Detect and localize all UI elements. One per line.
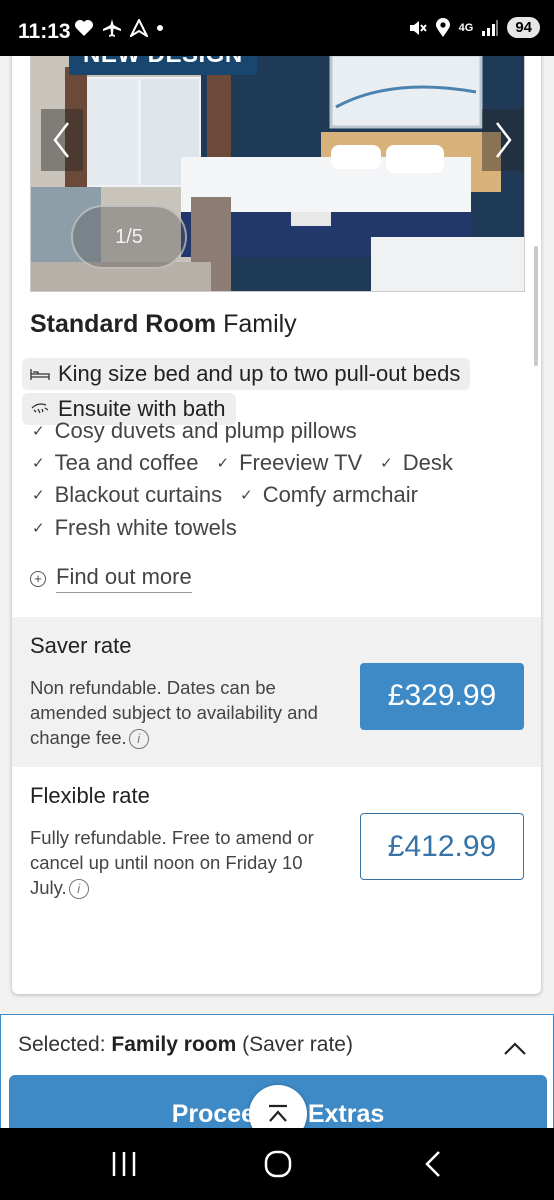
amenity-label: Fresh white towels xyxy=(54,515,237,540)
mute-icon xyxy=(409,20,427,35)
plus-circle-icon: + xyxy=(30,570,46,587)
status-bar: 11:13 4G 94 xyxy=(0,0,554,56)
booking-page: NEW DESIGN 1/5 Standard Room Family King… xyxy=(0,56,554,1128)
status-time: 11:13 xyxy=(18,20,71,43)
flexible-price-button[interactable]: £412.99 xyxy=(360,813,524,880)
next-photo-button[interactable] xyxy=(482,109,524,171)
location-icon xyxy=(435,17,450,37)
amenity-item: ✓ Comfy armchair xyxy=(240,482,418,508)
selected-prefix: Selected: xyxy=(18,1033,112,1056)
check-icon: ✓ xyxy=(32,487,45,504)
check-icon: ✓ xyxy=(32,520,45,537)
check-icon: ✓ xyxy=(32,455,45,472)
saver-price-button[interactable]: £329.99 xyxy=(360,663,524,730)
room-title-type: Standard Room xyxy=(30,310,217,338)
rate-title: Saver rate xyxy=(30,633,132,658)
home-icon[interactable] xyxy=(258,1148,298,1180)
check-icon: ✓ xyxy=(32,423,45,440)
shower-icon xyxy=(31,403,49,414)
rate-title: Flexible rate xyxy=(30,783,150,808)
find-out-more-link[interactable]: + Find out more xyxy=(30,564,192,593)
amenity-label: Blackout curtains xyxy=(54,482,223,507)
selected-room: Family room xyxy=(111,1033,237,1056)
find-out-more-label: Find out more xyxy=(56,564,192,593)
rate-description-text: Non refundable. Dates can be amended sub… xyxy=(30,677,318,748)
amenity-item: ✓ Cosy duvets and plump pillows xyxy=(32,418,357,444)
room-title-variant: Family xyxy=(216,310,297,338)
amenity-label: Tea and coffee xyxy=(54,450,199,475)
amenity-item: ✓ Desk xyxy=(380,450,453,476)
room-title: Standard Room Family xyxy=(30,310,297,339)
bed-icon xyxy=(30,369,50,380)
system-nav-bar xyxy=(0,1128,554,1200)
amenity-item: ✓ Tea and coffee xyxy=(32,450,199,476)
amenities-row: ✓ Cosy duvets and plump pillows xyxy=(32,418,357,444)
amenity-label: Cosy duvets and plump pillows xyxy=(54,418,357,443)
recent-apps-icon[interactable] xyxy=(104,1148,144,1180)
amenity-label: Comfy armchair xyxy=(262,482,418,507)
navigation-icon xyxy=(130,19,148,37)
amenities-row: ✓ Fresh white towels xyxy=(32,515,237,541)
check-icon: ✓ xyxy=(240,487,253,504)
feature-bed-label: King size bed and up to two pull-out bed… xyxy=(58,361,461,386)
previous-photo-button[interactable] xyxy=(41,109,83,171)
rate-description: Fully refundable. Free to amend or cance… xyxy=(30,825,320,900)
amenities-row: ✓ Tea and coffee ✓ Freeview TV ✓ Desk xyxy=(32,450,453,476)
rate-description: Non refundable. Dates can be amended sub… xyxy=(30,675,320,750)
chevron-right-icon xyxy=(496,122,512,158)
amenities-row: ✓ Blackout curtains ✓ Comfy armchair xyxy=(32,482,418,508)
feature-bed: King size bed and up to two pull-out bed… xyxy=(22,358,471,390)
signal-icon xyxy=(482,19,499,36)
card-scrollbar[interactable] xyxy=(534,246,538,366)
chevron-left-icon xyxy=(53,122,69,158)
new-design-badge: NEW DESIGN xyxy=(69,56,257,75)
amenity-item: ✓ Fresh white towels xyxy=(32,515,237,541)
airplane-icon xyxy=(103,19,121,37)
rate-option-flexible[interactable]: Flexible rate Fully refundable. Free to … xyxy=(12,767,541,917)
amenity-label: Desk xyxy=(402,450,453,475)
battery-indicator: 94 xyxy=(507,17,540,38)
rate-option-saver[interactable]: Saver rate Non refundable. Dates can be … xyxy=(12,617,541,767)
dot-icon xyxy=(157,25,163,31)
check-icon: ✓ xyxy=(380,455,393,472)
back-icon[interactable] xyxy=(414,1148,454,1180)
info-icon[interactable]: i xyxy=(128,729,149,750)
amenity-item: ✓ Freeview TV xyxy=(217,450,363,476)
selected-summary: Selected: Family room (Saver rate) xyxy=(18,1033,353,1057)
scroll-top-icon xyxy=(269,1104,287,1122)
selection-panel: Selected: Family room (Saver rate) Proce… xyxy=(0,1014,554,1128)
room-card: NEW DESIGN 1/5 Standard Room Family King… xyxy=(12,56,541,994)
selected-rate: (Saver rate) xyxy=(236,1033,353,1056)
heart-icon xyxy=(75,20,93,36)
network-label: 4G xyxy=(458,21,474,34)
check-icon: ✓ xyxy=(216,455,230,472)
amenity-label: Freeview TV xyxy=(239,450,363,475)
room-photo-gallery[interactable]: NEW DESIGN 1/5 xyxy=(30,56,525,292)
photo-counter: 1/5 xyxy=(71,205,187,269)
amenity-item: ✓ Blackout curtains xyxy=(32,482,222,508)
info-icon[interactable]: i xyxy=(68,879,89,900)
chevron-up-icon[interactable] xyxy=(503,1037,527,1061)
